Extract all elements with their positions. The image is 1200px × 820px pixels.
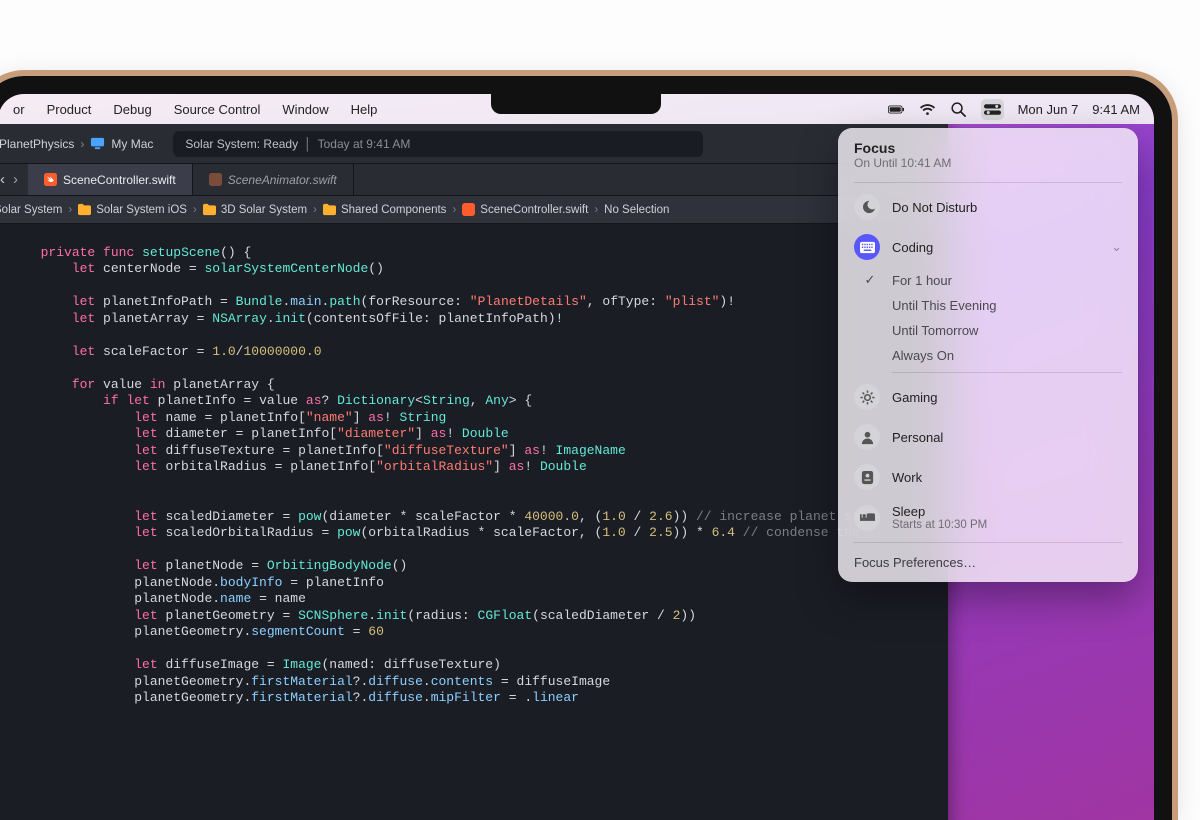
mac-icon [90, 136, 105, 151]
focus-mode-dnd[interactable]: Do Not Disturb [838, 187, 1138, 227]
swift-file-icon [462, 203, 475, 216]
breadcrumb-label: SceneController.swift [480, 204, 588, 216]
person-icon [854, 424, 880, 450]
keyboard-icon [854, 234, 880, 260]
xcode-window: PlanetPhysics › My Mac Solar System: Rea… [0, 124, 948, 820]
focus-mode-label: Personal [892, 430, 943, 445]
breadcrumb-item[interactable]: SceneController.swift [462, 203, 588, 216]
menu-bar-items: or Product Debug Source Control Window H… [2, 102, 388, 117]
chevron-right-icon: › [80, 137, 84, 151]
breadcrumb-label: Shared Components [341, 204, 446, 216]
scheme-selector[interactable]: PlanetPhysics › My Mac [0, 136, 153, 151]
jump-bar[interactable]: Solar System › Solar System iOS › 3D Sol… [0, 196, 948, 224]
focus-duration-label: Until This Evening [892, 298, 997, 313]
swift-file-icon [209, 173, 222, 186]
tab-label: SceneController.swift [63, 173, 176, 187]
menu-item[interactable]: Help [340, 102, 389, 117]
focus-duration-option[interactable]: Always On [838, 343, 1138, 368]
breadcrumb-item[interactable]: Solar System iOS [78, 203, 187, 216]
focus-mode-label: Work [892, 470, 922, 485]
folder-icon [78, 203, 91, 216]
focus-mode-label: Sleep [892, 504, 987, 519]
focus-title: Focus [854, 140, 1122, 156]
run-destination: My Mac [111, 137, 153, 151]
code-editor[interactable]: 83 84 85 86 87 88 89 90 91 92 93 94 95 9… [0, 224, 948, 820]
breadcrumb-item[interactable]: No Selection [604, 204, 669, 216]
breadcrumb-item[interactable]: Shared Components [323, 203, 446, 216]
focus-mode-work[interactable]: Work [838, 457, 1138, 497]
spotlight-icon[interactable] [950, 101, 967, 118]
editor-tabbar: ‹ › SceneController.swift SceneAnimator.… [0, 164, 948, 196]
breadcrumb-item[interactable]: 3D Solar System [203, 203, 307, 216]
swift-file-icon [44, 173, 57, 186]
checkmark-icon: ✓ [860, 272, 880, 288]
nav-back-icon[interactable]: ‹ [0, 171, 5, 188]
focus-duration-option[interactable]: Until This Evening [838, 293, 1138, 318]
menu-item[interactable]: Debug [102, 102, 162, 117]
focus-duration-label: Until Tomorrow [892, 323, 978, 338]
line-number-gutter: 83 84 85 86 87 88 89 90 91 92 93 94 95 9… [0, 224, 9, 820]
breadcrumb-label: No Selection [604, 204, 669, 216]
wifi-icon[interactable] [919, 101, 936, 118]
chevron-down-icon[interactable]: ⌄ [1111, 239, 1122, 255]
breadcrumb-item[interactable]: Solar System [0, 203, 62, 216]
focus-preferences-link[interactable]: Focus Preferences… [838, 547, 1138, 574]
focus-duration-label: Always On [892, 348, 954, 363]
tab-scene-animator[interactable]: SceneAnimator.swift [193, 164, 354, 195]
focus-mode-coding[interactable]: Coding ⌄ [838, 227, 1138, 267]
focus-mode-sublabel: Starts at 10:30 PM [892, 519, 987, 531]
separator: │ [298, 137, 318, 151]
notch [491, 92, 661, 114]
gear-icon [854, 384, 880, 410]
menu-bar-time[interactable]: 9:41 AM [1092, 102, 1140, 117]
battery-icon[interactable] [888, 101, 905, 118]
focus-duration-option[interactable]: Until Tomorrow [838, 318, 1138, 343]
focus-mode-gaming[interactable]: Gaming [838, 377, 1138, 417]
menu-item[interactable]: Window [271, 102, 339, 117]
control-center-icon[interactable] [981, 99, 1004, 120]
focus-subtitle: On Until 10:41 AM [854, 156, 1122, 170]
activity-status-time: Today at 9:41 AM [318, 137, 411, 151]
focus-mode-sleep[interactable]: Sleep Starts at 10:30 PM [838, 497, 1138, 538]
focus-duration-label: For 1 hour [892, 273, 952, 288]
badge-icon [854, 464, 880, 490]
focus-mode-label: Coding [892, 240, 933, 255]
activity-status[interactable]: Solar System: Ready │ Today at 9:41 AM [173, 131, 703, 157]
code-content[interactable]: private func setupScene() { let centerNo… [9, 224, 906, 820]
folder-icon [203, 203, 216, 216]
focus-mode-personal[interactable]: Personal [838, 417, 1138, 457]
menu-bar-date[interactable]: Mon Jun 7 [1018, 102, 1079, 117]
bed-icon [854, 505, 880, 531]
menu-item[interactable]: Product [36, 102, 103, 117]
focus-mode-label: Do Not Disturb [892, 200, 977, 215]
focus-popover: Focus On Until 10:41 AM Do Not Disturb C… [838, 128, 1138, 582]
breadcrumb-label: Solar System [0, 204, 62, 216]
moon-icon [854, 194, 880, 220]
menu-item[interactable]: Source Control [163, 102, 272, 117]
tab-scene-controller[interactable]: SceneController.swift [28, 164, 193, 195]
menu-item[interactable]: or [2, 102, 36, 117]
activity-status-text: Solar System: Ready [185, 137, 298, 151]
xcode-toolbar: PlanetPhysics › My Mac Solar System: Rea… [0, 124, 948, 164]
focus-duration-option[interactable]: ✓ For 1 hour [838, 267, 1138, 293]
breadcrumb-label: Solar System iOS [96, 204, 187, 216]
focus-mode-label: Gaming [892, 390, 938, 405]
scheme-name: PlanetPhysics [0, 137, 74, 151]
folder-icon [323, 203, 336, 216]
breadcrumb-label: 3D Solar System [221, 204, 307, 216]
laptop-frame: or Product Debug Source Control Window H… [0, 76, 1172, 820]
tab-label: SceneAnimator.swift [228, 173, 337, 187]
nav-forward-icon[interactable]: › [13, 171, 18, 188]
